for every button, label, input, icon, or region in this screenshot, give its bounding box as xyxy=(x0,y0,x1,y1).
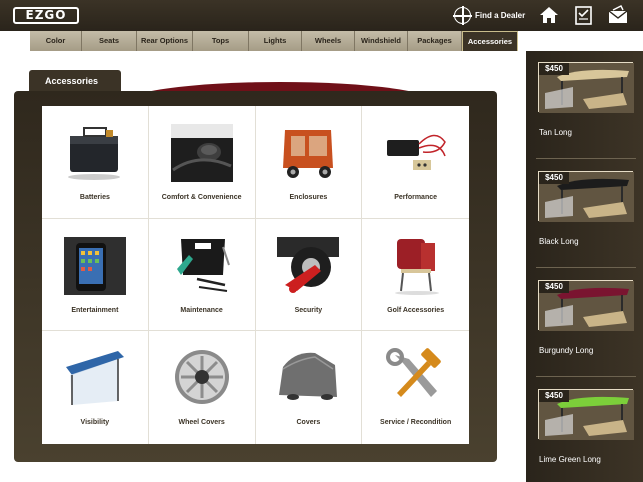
tab-packages[interactable]: Packages xyxy=(408,31,462,51)
find-dealer-button[interactable]: Find a Dealer xyxy=(453,6,526,25)
price-badge: $450 xyxy=(539,63,569,75)
divider xyxy=(536,267,636,268)
category-maintenance[interactable]: Maintenance xyxy=(148,218,256,332)
sidebar-item-label: Tan Long xyxy=(539,128,572,137)
bag-holder-icon xyxy=(394,238,439,295)
top-bar: EZGO Find a Dealer xyxy=(0,0,643,31)
divider xyxy=(536,376,636,377)
tab-wheels[interactable]: Wheels xyxy=(302,31,355,51)
tab-accessories[interactable]: Accessories xyxy=(462,31,518,51)
category-batteries[interactable]: Batteries xyxy=(42,106,149,219)
category-label: Service / Recondition xyxy=(380,419,452,427)
category-performance[interactable]: Performance xyxy=(362,106,469,219)
category-label: Visibility xyxy=(80,419,110,427)
category-label: Batteries xyxy=(79,194,110,201)
wrench-hammer-icon xyxy=(385,348,441,398)
checklist-icon[interactable] xyxy=(573,5,595,25)
tab-windshield[interactable]: Windshield xyxy=(355,31,408,51)
sidebar-item-lime-green-long[interactable]: $450 xyxy=(538,389,634,440)
category-visibility[interactable]: Visibility xyxy=(42,331,149,444)
sidebar-item-tan-long[interactable]: $450 xyxy=(538,62,634,113)
windshield-icon xyxy=(65,351,124,406)
tab-seats[interactable]: Seats xyxy=(82,31,137,51)
sidebar-item-label: Black Long xyxy=(539,237,579,246)
sidebar-item-black-long[interactable]: $450 xyxy=(538,171,634,222)
category-label: Golf Accessories xyxy=(387,306,445,314)
wiring-icon xyxy=(386,134,446,170)
category-entertainment[interactable]: Entertainment xyxy=(42,218,149,332)
category-label: Performance xyxy=(394,194,438,201)
category-label: Covers xyxy=(296,419,321,427)
tab-color[interactable]: Color xyxy=(30,31,82,51)
tab-lights[interactable]: Lights xyxy=(249,31,302,51)
category-label: Wheel Covers xyxy=(178,419,225,427)
price-badge: $450 xyxy=(539,172,569,184)
tools-kit-icon xyxy=(176,238,230,292)
cart-cover-icon xyxy=(279,353,338,401)
find-dealer-label: Find a Dealer xyxy=(475,11,526,20)
category-comfort-convenience[interactable]: Comfort & Convenience xyxy=(148,106,256,219)
ezgo-logo[interactable]: EZGO xyxy=(13,7,79,24)
category-service-recondition[interactable]: Service / Recondition xyxy=(362,331,469,444)
category-covers[interactable]: Covers xyxy=(256,331,363,444)
crosshair-icon xyxy=(453,6,472,25)
home-icon[interactable] xyxy=(538,5,560,25)
wheel-cover-icon xyxy=(174,350,229,405)
category-wheel-covers[interactable]: Wheel Covers xyxy=(149,331,256,444)
cupholder-icon xyxy=(170,124,233,182)
category-label: Enclosures xyxy=(289,194,328,201)
wheel-lock-icon xyxy=(277,236,340,293)
category-enclosures[interactable]: Enclosures xyxy=(255,106,363,219)
tab-tops[interactable]: Tops xyxy=(193,31,249,51)
category-golf-accessories[interactable]: Golf Accessories xyxy=(362,219,469,332)
price-badge: $450 xyxy=(539,390,569,402)
category-label: Entertainment xyxy=(71,306,119,314)
sidebar-item-label: Lime Green Long xyxy=(539,455,601,464)
category-grid: Batteries Comfort & Convenience Enclosur… xyxy=(42,106,469,444)
divider xyxy=(536,158,636,159)
section-tab: Accessories xyxy=(29,70,121,92)
sidebar-item-burgundy-long[interactable]: $450 xyxy=(538,280,634,331)
price-badge: $450 xyxy=(539,281,569,293)
category-label: Security xyxy=(294,306,323,314)
option-nav: Color Seats Rear Options Tops Lights Whe… xyxy=(30,31,518,51)
phone-icon xyxy=(63,236,126,295)
mail-icon[interactable] xyxy=(607,5,629,25)
battery-icon xyxy=(67,127,120,180)
sidebar-item-label: Burgundy Long xyxy=(539,346,594,355)
tab-rear-options[interactable]: Rear Options xyxy=(137,31,193,51)
enclosure-icon xyxy=(283,130,334,178)
category-security[interactable]: Security xyxy=(255,218,363,332)
category-label: Maintenance xyxy=(180,306,223,314)
category-label: Comfort & Convenience xyxy=(161,194,242,201)
